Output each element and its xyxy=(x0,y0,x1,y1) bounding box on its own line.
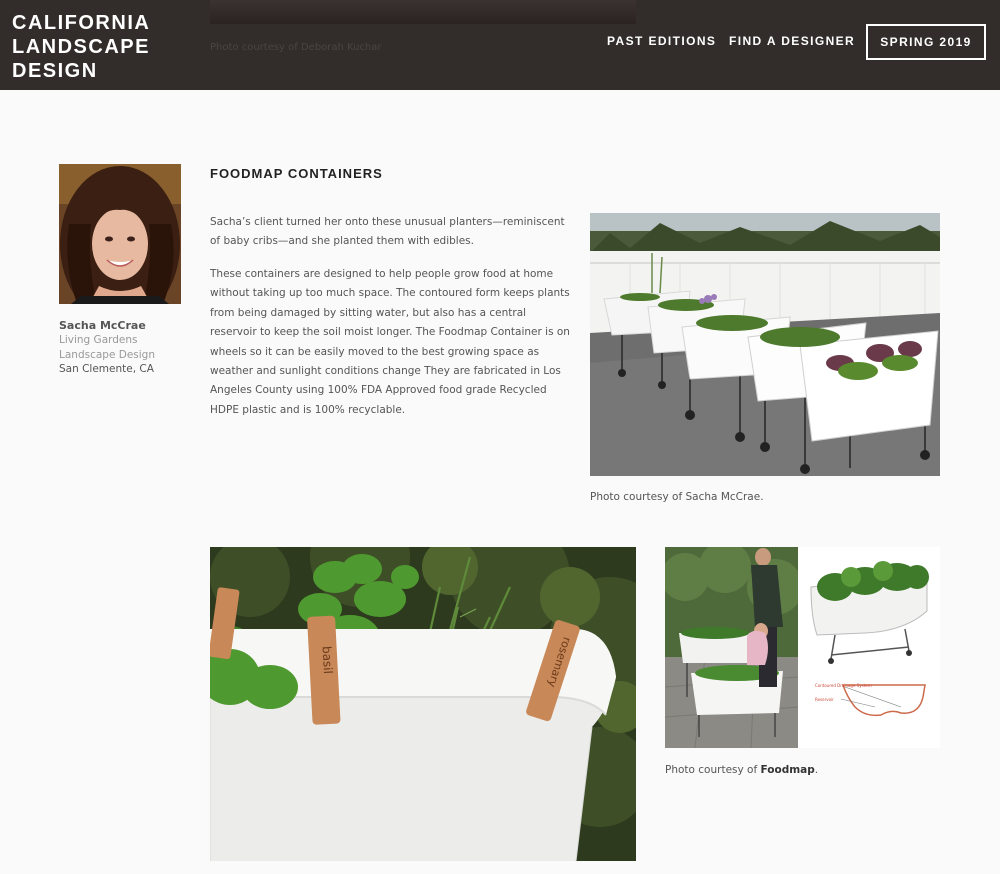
nav-find-a-designer[interactable]: FIND A DESIGNER xyxy=(729,34,855,48)
article-paragraph-1: Sacha’s client turned her onto these unu… xyxy=(210,216,565,248)
logo-line-1: CALIFORNIA xyxy=(12,12,151,34)
logo-line-3: DESIGN xyxy=(12,60,98,82)
photo-1-caption: Photo courtesy of Sacha McCrae. xyxy=(590,491,764,503)
foodmap-collage-photo: Contoured Drainage System Reservoir xyxy=(665,547,940,748)
previous-photo-edge xyxy=(210,0,636,24)
designer-location: San Clemente, CA xyxy=(59,363,154,375)
article-title: FOODMAP CONTAINERS xyxy=(210,166,383,181)
photo-3-caption-prefix: Photo courtesy of xyxy=(665,764,761,776)
designer-name: Sacha McCrae xyxy=(59,319,146,332)
diagram-label-drainage: Contoured Drainage System xyxy=(815,683,872,688)
designer-portrait xyxy=(59,164,181,304)
herb-container-photo: basil rosemary xyxy=(210,547,636,861)
foodmap-credit-link[interactable]: Foodmap xyxy=(761,764,815,776)
photo-3-caption-suffix: . xyxy=(814,764,819,776)
designer-firm-line-1: Living Gardens xyxy=(59,334,138,346)
stake-label-basil: basil xyxy=(320,646,335,675)
photo-3-caption: Photo courtesy of Foodmap. xyxy=(665,764,818,776)
designer-firm-line-2: Landscape Design xyxy=(59,349,155,361)
previous-photo-caption: Photo courtesy of Deborah Kuchar xyxy=(210,42,382,53)
article-paragraph-2: These containers are designed to help pe… xyxy=(210,268,570,416)
site-header: Photo courtesy of Deborah Kuchar CALIFOR… xyxy=(0,0,1000,90)
site-logo[interactable]: CALIFORNIA LANDSCAPE DESIGN xyxy=(12,11,150,83)
nav-spring-2019-button[interactable]: SPRING 2019 xyxy=(866,24,986,60)
rooftop-planters-photo xyxy=(590,213,940,476)
nav-past-editions[interactable]: PAST EDITIONS xyxy=(607,34,716,48)
diagram-label-reservoir: Reservoir xyxy=(815,697,834,702)
logo-line-2: LANDSCAPE xyxy=(12,36,150,58)
